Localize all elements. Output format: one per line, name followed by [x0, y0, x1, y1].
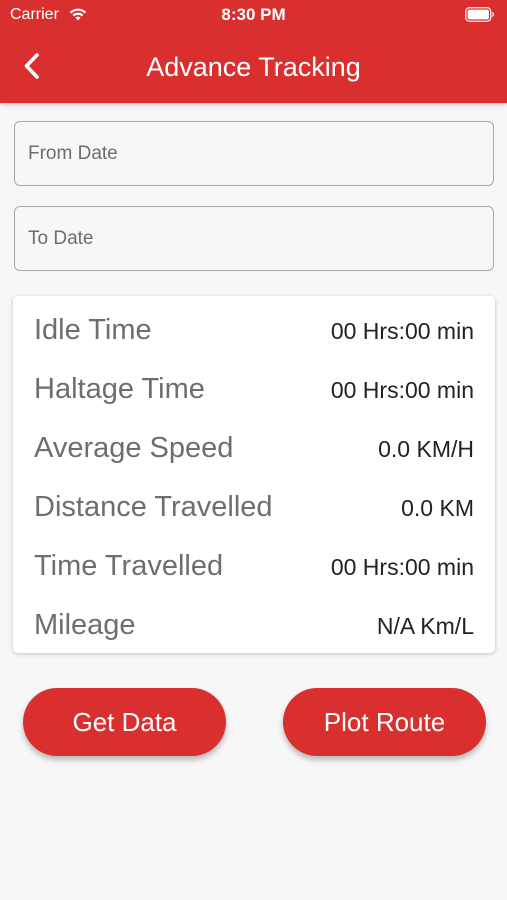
status-bar: Carrier 8:30 PM — [0, 0, 507, 30]
plot-route-button[interactable]: Plot Route — [283, 688, 486, 756]
stat-row-idle-time: Idle Time 00 Hrs:00 min — [13, 300, 495, 356]
stat-value: 00 Hrs:00 min — [330, 377, 474, 403]
app-header: Carrier 8:30 PM Advance Tracking — [0, 0, 507, 103]
stat-value: 0.0 KM/H — [378, 436, 474, 462]
nav-bar: Advance Tracking — [0, 30, 507, 103]
stat-row-time-travelled: Time Travelled 00 Hrs:00 min — [13, 536, 495, 592]
battery-icon — [465, 7, 494, 22]
stat-value: 00 Hrs:00 min — [330, 554, 474, 580]
stat-label: Haltage Time — [34, 373, 205, 405]
stat-row-mileage: Mileage N/A Km/L — [13, 595, 495, 651]
stat-row-distance-travelled: Distance Travelled 0.0 KM — [13, 477, 495, 533]
stat-label: Idle Time — [34, 314, 152, 346]
status-time: 8:30 PM — [221, 5, 286, 24]
tracking-stats-card: Idle Time 00 Hrs:00 min Haltage Time 00 … — [13, 296, 495, 653]
stat-value: 0.0 KM — [401, 495, 474, 521]
to-date-input[interactable] — [14, 206, 494, 271]
stat-value: N/A Km/L — [376, 613, 474, 639]
get-data-button[interactable]: Get Data — [23, 688, 226, 756]
stat-row-haltage-time: Haltage Time 00 Hrs:00 min — [13, 359, 495, 415]
stat-label: Average Speed — [34, 432, 234, 464]
stat-label: Distance Travelled — [34, 491, 273, 523]
page-title: Advance Tracking — [146, 52, 361, 82]
advance-tracking-screen: Carrier 8:30 PM Advance Tracking From Da… — [0, 0, 507, 900]
stat-label: Time Travelled — [34, 550, 224, 582]
from-date-input[interactable] — [14, 121, 494, 186]
stat-value: 00 Hrs:00 min — [330, 318, 474, 344]
stat-row-average-speed: Average Speed 0.0 KM/H — [13, 418, 495, 474]
stat-label: Mileage — [34, 609, 136, 641]
